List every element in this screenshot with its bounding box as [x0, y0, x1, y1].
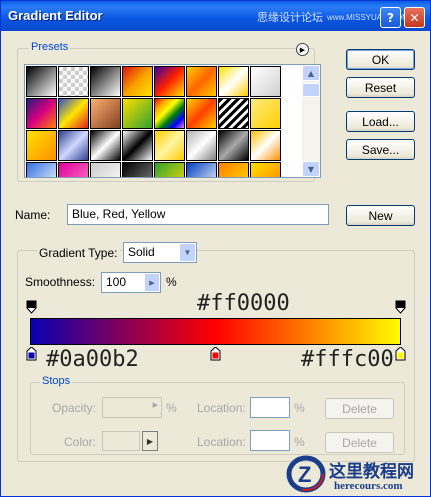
watermark-text: 思缘设计论坛	[257, 11, 323, 24]
preset-swatch[interactable]	[90, 98, 121, 129]
preset-swatch[interactable]	[26, 130, 57, 161]
preset-swatch[interactable]	[154, 98, 185, 129]
reset-button[interactable]: Reset	[346, 77, 415, 98]
color-stop-middle[interactable]	[210, 347, 221, 361]
preset-swatch[interactable]	[218, 162, 249, 177]
preset-swatch[interactable]	[250, 130, 281, 161]
opacity-delete-button[interactable]: Delete	[325, 398, 394, 419]
save-button[interactable]: Save...	[346, 139, 415, 160]
scroll-thumb[interactable]	[302, 83, 320, 97]
opacity-stop-left[interactable]	[26, 300, 37, 314]
preset-swatch[interactable]	[218, 66, 249, 97]
preset-swatch[interactable]	[250, 66, 281, 97]
ok-button[interactable]: OK	[346, 49, 415, 70]
preset-swatch[interactable]	[26, 162, 57, 177]
color-arrow-icon[interactable]: ▶	[142, 431, 158, 451]
opacity-input[interactable]: ▶	[102, 397, 162, 418]
close-icon: ✕	[409, 10, 420, 25]
preset-swatch[interactable]	[218, 98, 249, 129]
right-hex-annotation: #fffc00	[301, 347, 394, 372]
stops-label: Stops	[40, 375, 73, 387]
preset-swatch[interactable]	[122, 66, 153, 97]
help-button[interactable]: ?	[380, 7, 401, 28]
smoothness-unit: %	[166, 275, 177, 289]
preset-swatch[interactable]	[186, 130, 217, 161]
logo-url: herecours.com	[334, 480, 403, 492]
left-hex-annotation: #0a00b2	[46, 347, 139, 372]
preset-swatch[interactable]	[58, 98, 89, 129]
smoothness-label: Smoothness:	[25, 275, 96, 289]
preset-swatch[interactable]	[90, 130, 121, 161]
name-label: Name:	[15, 208, 51, 222]
color-location-input[interactable]	[250, 430, 290, 451]
presets-menu-icon[interactable]: ▶	[296, 43, 309, 56]
close-button[interactable]: ✕	[404, 7, 425, 28]
preset-swatch[interactable]	[186, 66, 217, 97]
z-logo-icon: Z	[286, 455, 326, 493]
presets-scrollbar[interactable]: ▲ ▼	[302, 65, 320, 177]
window-title: Gradient Editor	[8, 8, 103, 23]
opacity-stop-right[interactable]	[395, 300, 406, 314]
name-input[interactable]: Blue, Red, Yellow	[67, 204, 329, 225]
new-button[interactable]: New	[346, 205, 415, 226]
opacity-label: Opacity:	[52, 401, 97, 415]
title-bar[interactable]: Gradient Editor 思缘设计论坛 www.MISSYUAN.COM …	[1, 1, 430, 31]
preset-swatch[interactable]	[154, 130, 185, 161]
presets-label: Presets	[29, 41, 71, 53]
preset-swatch[interactable]	[186, 98, 217, 129]
preset-swatch[interactable]	[58, 66, 89, 97]
preset-swatch[interactable]	[250, 162, 281, 177]
smoothness-input[interactable]: 100 ▶	[101, 272, 161, 293]
svg-text:Z: Z	[298, 462, 311, 487]
presets-grid[interactable]: ▲ ▼	[24, 64, 321, 178]
top-hex-annotation: #ff0000	[197, 291, 290, 316]
preset-swatch[interactable]	[58, 130, 89, 161]
gradient-type-select[interactable]: Solid ▼	[123, 242, 197, 263]
logo-site-name: 这里教程网	[329, 462, 414, 482]
preset-swatch[interactable]	[122, 98, 153, 129]
preset-swatch[interactable]	[122, 130, 153, 161]
scroll-down-icon[interactable]: ▼	[302, 161, 320, 177]
opacity-unit: %	[166, 401, 177, 415]
smoothness-arrow-icon[interactable]: ▶	[144, 273, 160, 292]
gradient-bar[interactable]	[30, 318, 401, 345]
color-label: Color:	[64, 435, 97, 449]
preset-swatch[interactable]	[90, 162, 121, 177]
preset-swatch[interactable]	[250, 98, 281, 129]
preset-swatch[interactable]	[122, 162, 153, 177]
preset-swatch[interactable]	[58, 162, 89, 177]
preset-swatch[interactable]	[26, 98, 57, 129]
color-location-unit: %	[294, 435, 305, 449]
smoothness-value: 100	[106, 275, 127, 289]
preset-swatch[interactable]	[218, 130, 249, 161]
site-logo: Z 这里教程网 herecours.com	[286, 453, 431, 498]
opacity-location-unit: %	[294, 401, 305, 415]
preset-swatch[interactable]	[90, 66, 121, 97]
preset-swatch[interactable]	[186, 162, 217, 177]
load-button[interactable]: Load...	[346, 111, 415, 132]
opacity-location-label: Location:	[197, 401, 246, 415]
opacity-location-input[interactable]	[250, 397, 290, 418]
color-delete-button[interactable]: Delete	[325, 432, 394, 453]
color-location-label: Location:	[197, 435, 246, 449]
preset-swatch[interactable]	[26, 66, 57, 97]
scroll-up-icon[interactable]: ▲	[302, 65, 320, 81]
gradient-type-value: Solid	[128, 245, 155, 259]
preset-swatch[interactable]	[154, 66, 185, 97]
question-mark-icon: ?	[387, 10, 394, 25]
color-stop-left[interactable]	[26, 347, 37, 361]
preset-swatch[interactable]	[154, 162, 185, 177]
gradient-editor-window: Gradient Editor 思缘设计论坛 www.MISSYUAN.COM …	[0, 0, 431, 497]
color-swatch[interactable]	[102, 431, 140, 451]
color-stop-right[interactable]	[395, 347, 406, 361]
gradient-type-label: Gradient Type:	[37, 246, 120, 260]
chevron-down-icon[interactable]: ▼	[179, 243, 196, 262]
opacity-arrow-icon[interactable]: ▶	[153, 401, 158, 409]
